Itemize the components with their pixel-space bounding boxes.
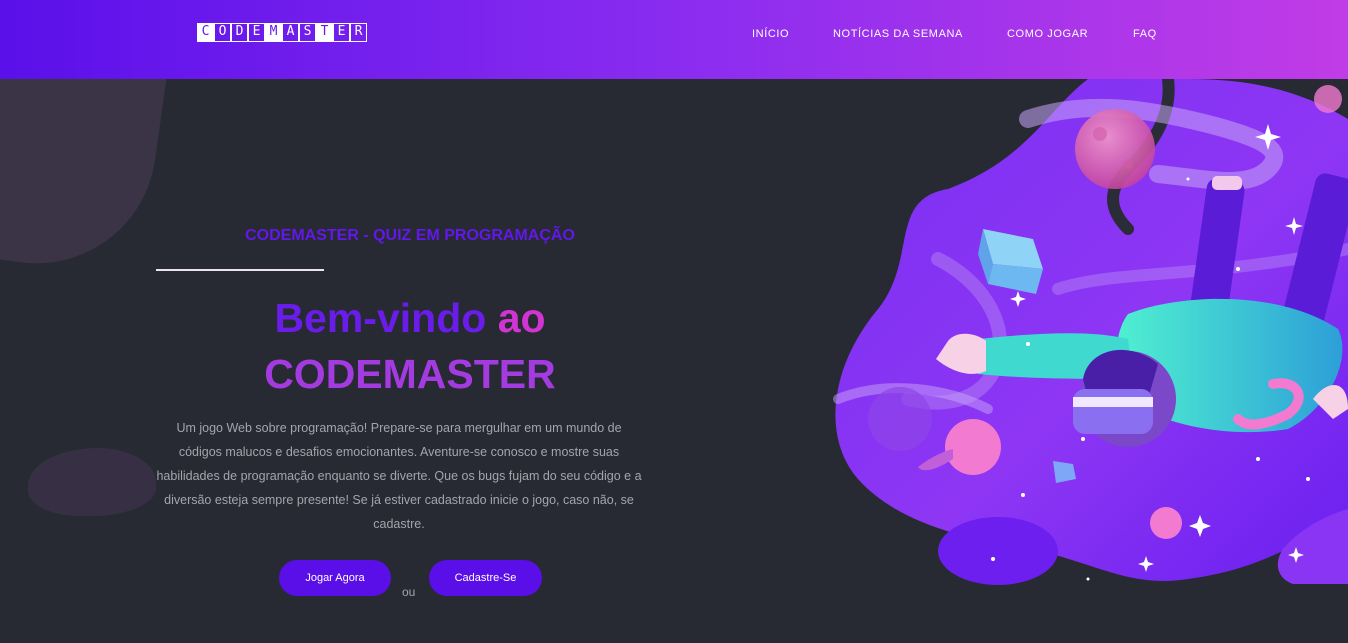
hero-headline: Bem-vindo ao CODEMASTER: [156, 290, 664, 402]
nav-link-faq[interactable]: FAQ: [1133, 28, 1157, 40]
planet-crater: [1123, 159, 1133, 169]
or-separator: ou: [402, 585, 416, 599]
decorative-blob-bottom: [28, 448, 156, 516]
nav-link-como-jogar[interactable]: COMO JOGAR: [1007, 28, 1088, 40]
pink-bubble-top: [1314, 85, 1342, 113]
headline-part-3: CODEMASTER: [264, 351, 556, 397]
vr-astronaut-space-illustration: [833, 79, 1348, 585]
signup-button[interactable]: Cadastre-Se: [429, 560, 542, 596]
hero-subtitle: CODEMASTER - QUIZ EM PROGRAMAÇÃO: [245, 227, 575, 244]
top-navbar: C O D E M A S T E R INÍCIO NOTÍCIAS DA S…: [0, 0, 1348, 79]
space-blob-small: [938, 517, 1058, 585]
headline-part-1: Bem-vindo: [274, 295, 487, 341]
vr-headset-strap: [1073, 397, 1153, 407]
pink-balloon: [945, 419, 1001, 475]
play-now-button[interactable]: Jogar Agora: [279, 560, 391, 596]
pink-planet: [1075, 109, 1155, 189]
main-nav: INÍCIO NOTÍCIAS DA SEMANA COMO JOGAR FAQ: [0, 28, 1348, 44]
astronaut-shoe: [1212, 176, 1242, 190]
nav-link-noticias[interactable]: NOTÍCIAS DA SEMANA: [833, 28, 963, 40]
pink-bubble: [1150, 507, 1182, 539]
nav-link-inicio[interactable]: INÍCIO: [752, 28, 789, 40]
vr-headset-icon: [1073, 389, 1153, 434]
headline-part-2: ao: [497, 295, 546, 341]
subtitle-divider: [156, 269, 324, 271]
hero-description: Um jogo Web sobre programação! Prepare-s…: [156, 421, 642, 531]
purple-planet: [868, 387, 932, 451]
planet-crater: [1093, 127, 1107, 141]
